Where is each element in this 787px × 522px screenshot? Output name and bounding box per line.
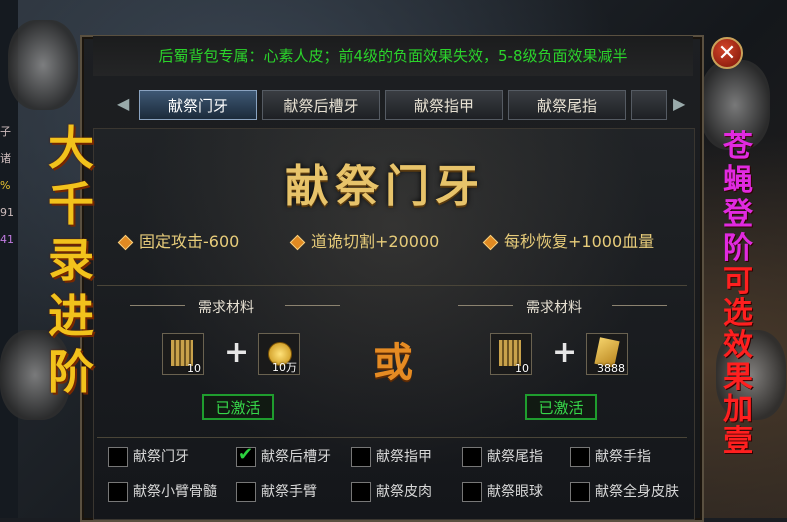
- checkbox-icon[interactable]: [570, 482, 590, 502]
- checkbox-item[interactable]: 献祭门牙: [108, 445, 189, 469]
- tab-bar: ◀ 献祭门牙 献祭后槽牙 献祭指甲 献祭尾指 ▶: [117, 90, 687, 120]
- page-title: 献祭门牙: [285, 161, 485, 212]
- checkbox-label: 献祭门牙: [133, 449, 189, 465]
- tab-menya[interactable]: 献祭门牙: [139, 90, 257, 120]
- checkbox-item[interactable]: 献祭尾指: [462, 445, 543, 469]
- effect-item: 每秒恢复+1000血量: [482, 228, 655, 252]
- calligraphy-right-top: 苍蝇登阶: [723, 129, 753, 266]
- requirement-label: 需求材料: [526, 300, 582, 316]
- tab-more[interactable]: [631, 90, 667, 120]
- checkbox-label: 献祭手指: [595, 449, 651, 465]
- checkbox-item[interactable]: 献祭手臂: [236, 480, 317, 504]
- calligraphy-right-bottom: 可选效果加壹: [723, 264, 753, 459]
- close-button[interactable]: ✕: [711, 37, 743, 69]
- material-card-slot[interactable]: 3888: [586, 333, 628, 375]
- diamond-icon: [117, 234, 134, 251]
- item-quantity: 10: [515, 362, 529, 375]
- diamond-icon: [482, 234, 499, 251]
- divider: [458, 305, 513, 306]
- plus-icon: +: [224, 335, 250, 370]
- checkbox-item[interactable]: 献祭全身皮肤: [570, 480, 679, 504]
- checkbox-checked-icon[interactable]: [236, 443, 256, 467]
- checkbox-item[interactable]: 献祭小臂骨髓: [108, 480, 217, 504]
- checkbox-label: 献祭尾指: [487, 449, 543, 465]
- divider: [130, 305, 185, 306]
- tab-scroll-right-icon[interactable]: ▶: [673, 94, 685, 113]
- effect-item: 固定攻击-600: [117, 228, 240, 252]
- checkbox-label: 献祭后槽牙: [261, 449, 331, 465]
- checkbox-label: 献祭手臂: [261, 484, 317, 500]
- effect-item: 道诡切割+20000: [289, 228, 440, 252]
- divider: [285, 305, 340, 306]
- item-quantity: 3888: [597, 362, 625, 375]
- notice-banner: 后蜀背包专属：心素人皮；前4级的负面效果失效，5-8级负面效果减半: [93, 36, 693, 76]
- material-coin-slot[interactable]: 10万: [258, 333, 300, 375]
- checkbox-label: 献祭指甲: [376, 449, 432, 465]
- checkbox-item[interactable]: 献祭皮肉: [351, 480, 432, 504]
- side-text: 41: [0, 233, 14, 246]
- checkbox-icon[interactable]: [108, 482, 128, 502]
- tab-weizhi[interactable]: 献祭尾指: [508, 90, 626, 120]
- tab-scroll-left-icon[interactable]: ◀: [117, 94, 129, 113]
- item-quantity: 10: [187, 362, 201, 375]
- checkbox-item[interactable]: 献祭眼球: [462, 480, 543, 504]
- checkbox-icon[interactable]: [351, 447, 371, 467]
- side-text: 91: [0, 206, 14, 219]
- activated-button-left[interactable]: 已激活: [202, 394, 274, 420]
- material-scroll-slot[interactable]: 10: [162, 333, 204, 375]
- checkbox-icon[interactable]: [462, 447, 482, 467]
- checkbox-icon[interactable]: [351, 482, 371, 502]
- activated-button-right[interactable]: 已激活: [525, 394, 597, 420]
- checkbox-label: 献祭眼球: [487, 484, 543, 500]
- tab-zhijia[interactable]: 献祭指甲: [385, 90, 503, 120]
- tab-houcaoya[interactable]: 献祭后槽牙: [262, 90, 380, 120]
- checkbox-label: 献祭全身皮肤: [595, 484, 679, 500]
- calligraphy-left: 大千录进阶: [48, 121, 94, 399]
- item-quantity: 10万: [272, 361, 297, 374]
- checkbox-item[interactable]: 献祭手指: [570, 445, 651, 469]
- side-text: 子: [0, 125, 11, 138]
- checkbox-item[interactable]: 献祭后槽牙: [236, 443, 331, 469]
- checkbox-icon[interactable]: [462, 482, 482, 502]
- side-text: 诸: [0, 152, 11, 165]
- checkbox-label: 献祭小臂骨髓: [133, 484, 217, 500]
- or-label: 或: [373, 340, 413, 386]
- diamond-icon: [289, 234, 306, 251]
- checkbox-item[interactable]: 献祭指甲: [351, 445, 432, 469]
- effect-text: 固定攻击-600: [139, 232, 240, 251]
- material-scroll-slot[interactable]: 10: [490, 333, 532, 375]
- effect-text: 道诡切割+20000: [311, 232, 440, 251]
- effects-row: 固定攻击-600 道诡切割+20000 每秒恢复+1000血量: [117, 228, 690, 252]
- dragon-ornament-left: [8, 20, 78, 110]
- checkbox-icon[interactable]: [236, 482, 256, 502]
- effect-text: 每秒恢复+1000血量: [504, 232, 655, 251]
- divider: [612, 305, 667, 306]
- checkbox-label: 献祭皮肉: [376, 484, 432, 500]
- checkbox-icon[interactable]: [108, 447, 128, 467]
- side-text: %: [0, 179, 11, 192]
- plus-icon: +: [552, 335, 578, 370]
- checkbox-icon[interactable]: [570, 447, 590, 467]
- requirement-label: 需求材料: [198, 300, 254, 316]
